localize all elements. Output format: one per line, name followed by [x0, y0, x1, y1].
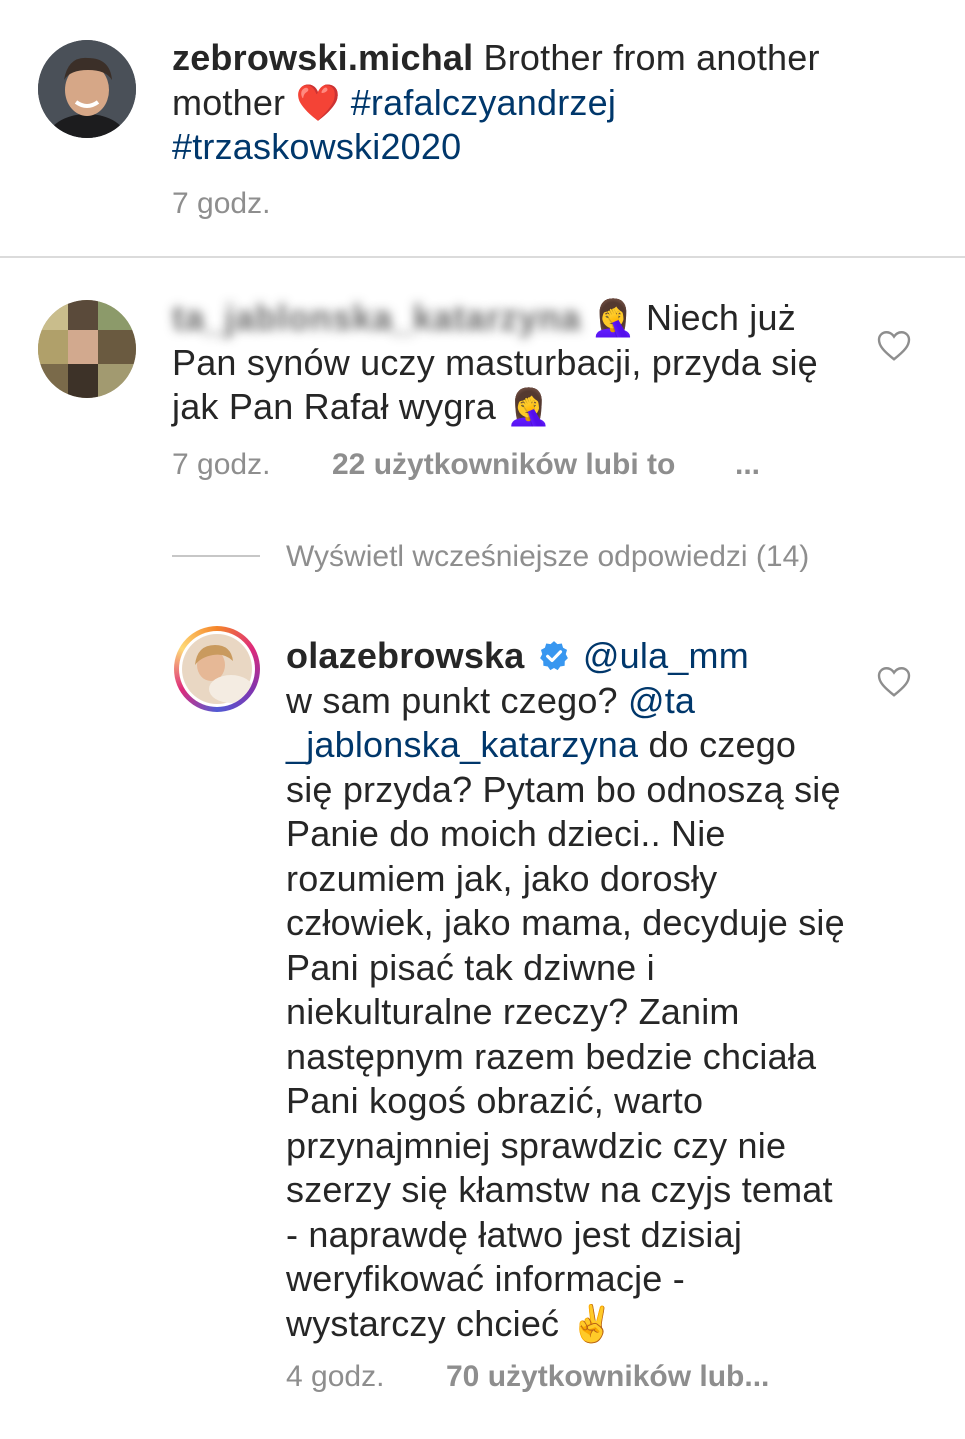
likes-count[interactable]: 70 użytkowników lub...: [446, 1360, 769, 1393]
reply-likes[interactable]: 70 użytkowników lub...: [446, 1360, 769, 1394]
comment-username[interactable]: ta_jablonska_katarzyna: [172, 297, 581, 338]
post-caption: zebrowski.michal Brother from another mo…: [172, 36, 832, 170]
reply-body: do czego się przyda? Pytam bo odnoszą si…: [286, 724, 845, 1344]
avatar[interactable]: [179, 631, 255, 707]
verified-badge-icon: [537, 639, 571, 673]
post-time: 7 godz.: [172, 187, 271, 220]
post-username[interactable]: zebrowski.michal: [172, 37, 473, 78]
hashtag-link[interactable]: #rafalczyandrzej: [351, 82, 616, 123]
comment-likes[interactable]: 22 użytkowników lubi to: [332, 448, 675, 482]
divider: [0, 256, 965, 258]
reply-username[interactable]: olazebrowska: [286, 635, 525, 676]
reply-body: w sam punkt czego?: [286, 679, 618, 721]
like-heart-icon[interactable]: [876, 328, 912, 362]
replies-line: [172, 555, 260, 557]
heart-emoji-icon: ❤️: [295, 81, 341, 123]
facepalm-emoji-icon: 🤦‍♀️: [590, 297, 636, 338]
victory-hand-emoji-icon: ✌️: [569, 1302, 615, 1344]
avatar[interactable]: [38, 40, 136, 138]
comment-time: 7 godz.: [172, 448, 271, 481]
story-ring[interactable]: [174, 626, 260, 712]
reply-time: 4 godz.: [286, 1360, 385, 1393]
facepalm-emoji-icon: 🤦‍♀️: [506, 386, 552, 427]
reply-text: olazebrowska @ula_mm w sam punkt czego? …: [286, 634, 846, 1346]
comment-text: ta_jablonska_katarzyna 🤦‍♀️ Niech już Pa…: [172, 296, 832, 430]
hashtag-link[interactable]: #trzaskowski2020: [172, 126, 461, 167]
view-earlier-replies[interactable]: Wyświetl wcześniejsze odpowiedzi (14): [286, 540, 809, 574]
like-heart-icon[interactable]: [876, 664, 912, 698]
mention-link[interactable]: @ula_mm: [583, 635, 749, 676]
more-options-icon[interactable]: ...: [735, 448, 760, 482]
avatar[interactable]: [38, 300, 136, 398]
likes-count[interactable]: 22 użytkowników lubi to: [332, 448, 675, 481]
